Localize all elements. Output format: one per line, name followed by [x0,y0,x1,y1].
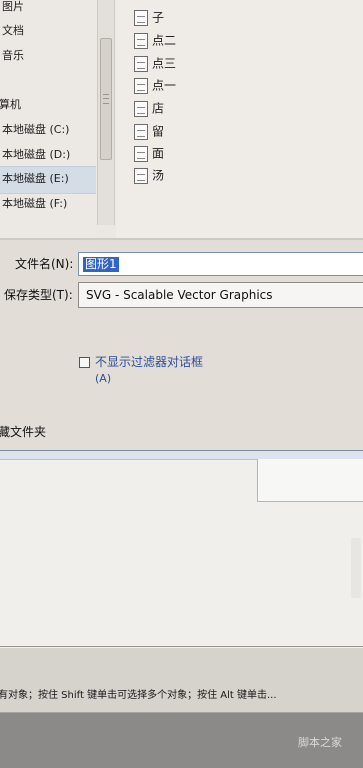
file-icon [134,55,148,72]
nav-item-drive-f[interactable]: 本地磁盘 (F:) [0,193,96,215]
nav-item-label: 图片 [2,0,24,13]
file-item[interactable]: 汤 [134,165,164,185]
file-icon [134,77,148,94]
file-name: 点三 [152,56,177,71]
file-icon [134,32,148,49]
file-name: 点一 [152,78,177,93]
preview-box [257,459,363,502]
file-icon [134,123,148,140]
nav-item-label: 本地磁盘 (D:) [2,148,71,161]
edge-artifact [351,538,361,598]
nav-item-label: 本地磁盘 (E:) [2,172,69,185]
filename-input[interactable]: 图形1 [78,252,363,276]
nav-item-label: 音乐 [2,49,24,62]
file-icon [134,100,148,117]
file-name: 子 [152,10,165,25]
nav-item-drive-e[interactable]: 本地磁盘 (E:) [0,168,96,190]
hide-filter-dialog-label[interactable]: 不显示过滤器对话框 [95,354,203,370]
file-name: 点二 [152,33,177,48]
nav-item-label: 计算机 [0,98,21,111]
status-text: 有对象；按住 Shift 键单击可选择多个对象；按住 Alt 键单击... [0,690,277,701]
filetype-select[interactable]: SVG - Scalable Vector Graphics [78,282,363,308]
nav-item-label: 文档 [2,24,24,37]
filetype-label: 保存类型(T): [4,288,73,302]
file-item[interactable]: 留 [134,121,164,141]
hide-folders-toggle[interactable]: 藏文件夹 [0,424,46,440]
nav-item-drive-d[interactable]: 本地磁盘 (D:) [0,144,96,166]
filename-value: 图形1 [83,257,119,272]
watermark: 脚本之家 [298,736,342,749]
divider [0,646,363,647]
hide-filter-dialog-shortcut[interactable]: (A) [95,372,111,386]
file-item[interactable]: 点三 [134,53,176,73]
nav-item-documents[interactable]: 文档 [0,20,96,42]
nav-item-music[interactable]: 音乐 [0,45,96,67]
file-name: 面 [152,146,165,161]
grip-icon [103,94,109,104]
file-item[interactable]: 点一 [134,75,176,95]
filename-label: 文件名(N): [15,257,74,271]
nav-item-computer[interactable]: 计算机 [0,94,96,116]
grip-line [103,98,109,99]
file-name: 留 [152,124,165,139]
hide-filter-dialog-checkbox[interactable] [79,357,90,368]
file-icon [134,145,148,162]
file-icon [134,167,148,184]
file-name: 店 [152,101,165,116]
filetype-value: SVG - Scalable Vector Graphics [86,288,273,302]
file-item[interactable]: 店 [134,98,164,118]
file-icon [134,9,148,26]
file-name: 汤 [152,168,165,183]
nav-item-label: 本地磁盘 (F:) [2,197,68,210]
nav-item-label: 本地磁盘 (C:) [2,123,70,136]
status-bar [0,648,363,720]
nav-item-drive-c[interactable]: 本地磁盘 (C:) [0,119,96,141]
file-item[interactable]: 面 [134,143,164,163]
file-item[interactable]: 子 [134,7,164,27]
nav-item-pictures[interactable]: 图片 [0,0,96,18]
file-item[interactable]: 点二 [134,30,176,50]
